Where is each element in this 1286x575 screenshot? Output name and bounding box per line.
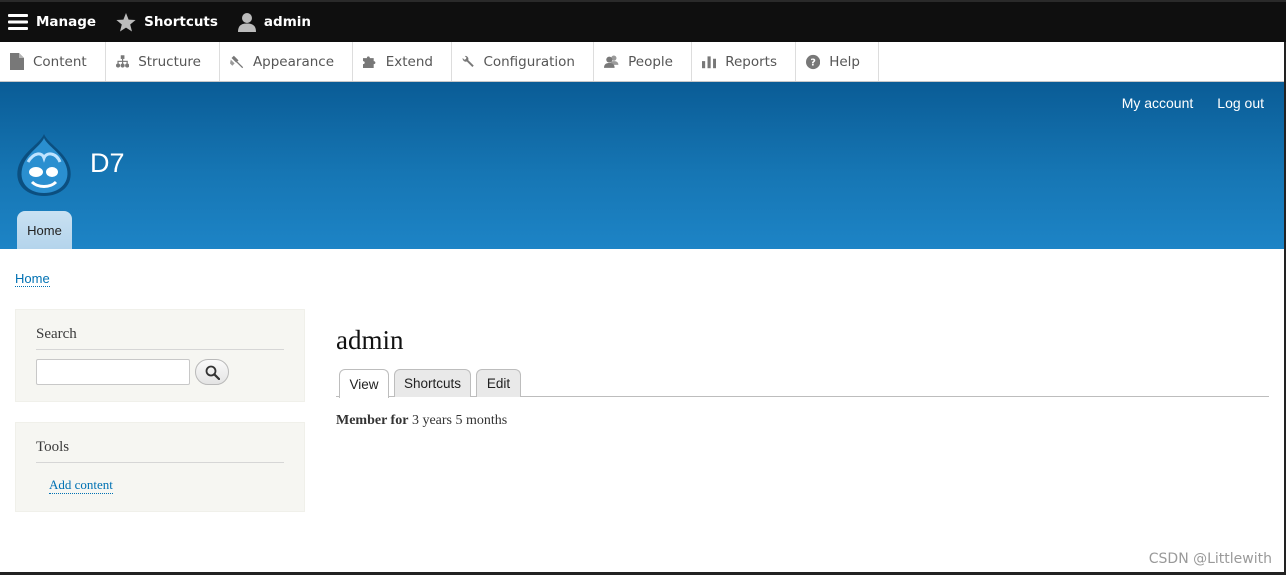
tray-item-content[interactable]: Content bbox=[0, 42, 106, 81]
toolbar-tray: Content Structure Appearance Extend Conf… bbox=[0, 42, 1286, 82]
local-tabs: View Shortcuts Edit bbox=[336, 368, 1269, 398]
my-account-link[interactable]: My account bbox=[1122, 95, 1194, 111]
tray-item-help[interactable]: ? Help bbox=[796, 42, 879, 81]
search-block: Search bbox=[15, 309, 305, 402]
tray-label: Help bbox=[829, 53, 860, 70]
toolbar-bar: Manage Shortcuts admin bbox=[0, 0, 1286, 42]
tools-block: Tools Add content bbox=[15, 422, 305, 512]
wrench-icon bbox=[462, 55, 474, 68]
secondary-menu: My account Log out bbox=[1122, 95, 1264, 111]
sitemap-icon bbox=[116, 55, 130, 68]
tray-label: Content bbox=[33, 53, 87, 70]
user-label: admin bbox=[263, 14, 312, 30]
tray-item-people[interactable]: People bbox=[594, 42, 692, 81]
site-header: My account Log out D7 Home bbox=[0, 82, 1286, 249]
tray-label: Reports bbox=[725, 53, 777, 70]
tray-item-extend[interactable]: Extend bbox=[353, 42, 452, 81]
tab-shortcuts[interactable]: Shortcuts bbox=[394, 369, 471, 397]
tray-item-structure[interactable]: Structure bbox=[106, 42, 220, 81]
user-button[interactable]: admin bbox=[230, 2, 323, 42]
tab-home[interactable]: Home bbox=[17, 211, 72, 249]
page-title: admin bbox=[336, 325, 404, 355]
search-icon bbox=[205, 365, 220, 380]
search-button[interactable] bbox=[195, 359, 229, 385]
tools-block-title: Tools bbox=[36, 423, 284, 463]
tray-label: People bbox=[628, 53, 673, 70]
drupal-logo-icon[interactable] bbox=[14, 132, 74, 202]
site-name[interactable]: D7 bbox=[90, 148, 125, 179]
help-icon: ? bbox=[806, 54, 821, 69]
paintbrush-icon bbox=[230, 55, 244, 69]
bar-chart-icon bbox=[702, 56, 717, 69]
tray-item-reports[interactable]: Reports bbox=[692, 42, 796, 81]
member-for-field: Member for 3 years 5 months bbox=[336, 413, 507, 429]
file-icon bbox=[10, 53, 24, 70]
member-for-label: Member for bbox=[336, 413, 409, 428]
add-content-link[interactable]: Add content bbox=[49, 477, 113, 494]
shortcuts-label: Shortcuts bbox=[144, 14, 218, 30]
tray-label: Extend bbox=[385, 53, 433, 70]
puzzle-icon bbox=[363, 56, 376, 68]
manage-button[interactable]: Manage bbox=[0, 2, 108, 42]
search-form bbox=[36, 359, 284, 385]
breadcrumb[interactable]: Home bbox=[15, 271, 50, 287]
tray-item-appearance[interactable]: Appearance bbox=[220, 42, 353, 81]
log-out-link[interactable]: Log out bbox=[1217, 95, 1264, 111]
user-icon bbox=[237, 12, 256, 32]
tray-label: Configuration bbox=[483, 53, 575, 70]
tray-label: Structure bbox=[138, 53, 201, 70]
member-for-value: 3 years 5 months bbox=[411, 413, 508, 428]
tray-label: Appearance bbox=[252, 53, 334, 70]
tray-item-configuration[interactable]: Configuration bbox=[452, 42, 594, 81]
people-icon bbox=[604, 55, 619, 68]
tab-edit[interactable]: Edit bbox=[476, 369, 521, 397]
star-icon bbox=[116, 12, 136, 31]
svg-text:?: ? bbox=[810, 57, 816, 68]
tab-view[interactable]: View bbox=[339, 369, 389, 398]
watermark: CSDN @Littlewith bbox=[1148, 551, 1272, 567]
hamburger-icon bbox=[8, 14, 28, 30]
search-block-title: Search bbox=[36, 310, 284, 350]
shortcuts-button[interactable]: Shortcuts bbox=[108, 2, 230, 42]
search-input[interactable] bbox=[36, 359, 190, 385]
manage-label: Manage bbox=[36, 14, 97, 30]
